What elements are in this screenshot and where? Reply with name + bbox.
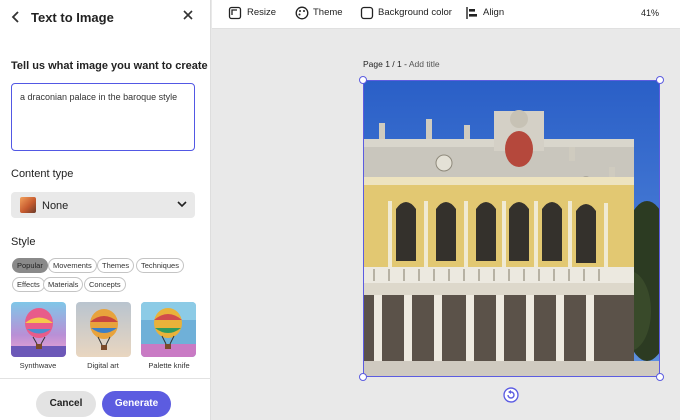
align-icon[interactable] [465, 6, 479, 20]
chip-techniques[interactable]: Techniques [136, 258, 184, 273]
page-label: Page 1 / 1 - Add title [363, 59, 440, 69]
chevron-down-icon [175, 197, 189, 211]
cancel-button[interactable]: Cancel [36, 391, 96, 417]
digital-art-caption: Digital art [87, 361, 119, 370]
style-label: Style [11, 236, 36, 248]
resize-icon[interactable] [228, 6, 242, 20]
chip-concepts[interactable]: Concepts [84, 277, 126, 292]
panel-footer-divider [0, 378, 211, 379]
resize-handle-top-left[interactable] [359, 76, 367, 84]
content-type-value: None [42, 200, 69, 212]
resize-button[interactable]: Resize [247, 7, 276, 21]
resize-handle-top-right[interactable] [656, 76, 664, 84]
resize-handle-bottom-right[interactable] [656, 373, 664, 381]
chip-movements[interactable]: Movements [48, 258, 97, 273]
align-button[interactable]: Align [483, 7, 504, 21]
zoom-level[interactable]: 41% [641, 8, 659, 18]
chip-themes[interactable]: Themes [97, 258, 135, 273]
background-color-icon[interactable] [360, 6, 374, 20]
theme-icon[interactable] [295, 6, 309, 20]
chip-effects[interactable]: Effects [12, 277, 45, 292]
resize-handle-bottom-left[interactable] [359, 373, 367, 381]
panel-header: Text to Image [0, 0, 211, 36]
generated-image[interactable] [363, 80, 660, 377]
digital-art-thumbnail[interactable] [76, 302, 131, 357]
chip-popular[interactable]: Popular [12, 258, 48, 273]
prompt-textarea[interactable]: a draconian palace in the baroque style [11, 83, 195, 151]
panel-title: Text to Image [31, 10, 114, 25]
rotate-icon[interactable] [503, 387, 519, 403]
close-icon[interactable] [182, 9, 196, 25]
content-type-select[interactable]: None [11, 192, 195, 218]
page-number: Page 1 / 1 - [363, 59, 407, 69]
theme-button[interactable]: Theme [313, 7, 343, 21]
palette-knife-caption: Palette knife [148, 361, 190, 370]
text-to-image-panel: Text to Image Tell us what image you wan… [0, 0, 211, 420]
background-color-button[interactable]: Background color [378, 7, 452, 21]
content-type-label: Content type [11, 168, 74, 180]
palette-knife-thumbnail[interactable] [141, 302, 196, 357]
synthwave-thumbnail[interactable] [11, 302, 66, 357]
back-chevron-icon[interactable] [11, 10, 23, 26]
chip-materials[interactable]: Materials [43, 277, 84, 292]
generate-button[interactable]: Generate [102, 391, 171, 417]
add-title-link[interactable]: Add title [409, 59, 440, 69]
prompt-label: Tell us what image you want to create [11, 60, 208, 72]
content-type-thumbnail-icon [20, 197, 36, 213]
synthwave-caption: Synthwave [19, 361, 57, 370]
